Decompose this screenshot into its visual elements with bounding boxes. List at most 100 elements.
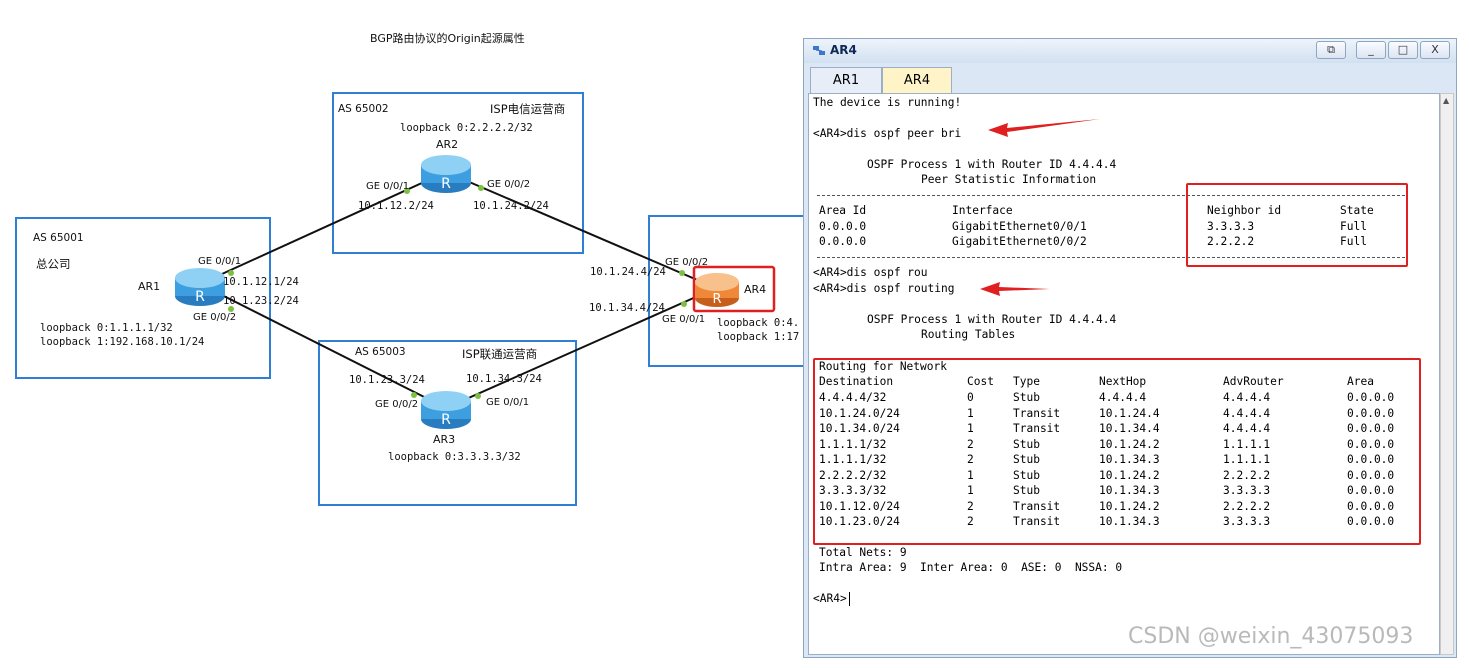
app-icon: [813, 46, 825, 55]
as-label-65002: AS 65002: [338, 103, 389, 115]
route-cell: 1.1.1.1/32: [819, 437, 887, 451]
route-cell: 10.1.24.4: [1099, 406, 1160, 420]
route-cell: 0.0.0.0: [1347, 515, 1395, 528]
window-titlebar[interactable]: AR4 ⧉ _ □ X: [804, 39, 1456, 63]
route-cell: Transit: [1013, 422, 1061, 435]
route-header: NextHop: [1099, 375, 1147, 388]
ar4-ip-1: 10.1.24.4/24: [590, 266, 666, 278]
route-cell: 4.4.4.4: [1099, 391, 1147, 404]
port-dot: [478, 185, 484, 191]
route-header: Destination: [819, 375, 894, 388]
route-cell: 1.1.1.1: [1223, 437, 1271, 451]
as-label-65003: AS 65003: [355, 346, 406, 358]
ar1-ip-2: 10.1.23.2/24: [223, 295, 299, 307]
port-dot: [475, 393, 481, 399]
route-cell: 1.1.1.1/32: [819, 453, 887, 466]
ar1-loopback-1: loopback 1:192.168.10.1/24: [40, 336, 205, 348]
vertical-scrollbar[interactable]: ▲: [1440, 93, 1454, 655]
arrow-icon: [988, 119, 1100, 137]
ar3-ge002: GE 0/0/2: [375, 399, 419, 410]
svg-text:R: R: [441, 412, 451, 428]
route-header: AdvRouter: [1223, 375, 1284, 388]
terminal-line: The device is running!: [813, 96, 962, 109]
as-name-65003: ISP联通运营商: [462, 347, 538, 361]
port-dot: [681, 301, 687, 307]
ar3-ip-2: 10.1.34.3/24: [466, 373, 542, 385]
router-ar3-label: AR3: [433, 433, 456, 446]
terminal-line: Routing for Network: [819, 360, 947, 373]
svg-text:R: R: [195, 289, 205, 305]
ar4-loopback-1: loopback 1:17: [717, 331, 800, 343]
svg-text:R: R: [441, 176, 451, 192]
route-cell: 10.1.12.0/24: [819, 499, 900, 513]
close-button[interactable]: X: [1420, 41, 1450, 59]
route-cell: 1: [967, 422, 974, 435]
router-ar2-icon: R: [421, 155, 471, 193]
watermark: CSDN @weixin_43075093: [1128, 624, 1414, 649]
route-header: Cost: [967, 375, 994, 388]
tab-ar4[interactable]: AR4: [882, 67, 952, 93]
route-cell: 1.1.1.1: [1223, 453, 1271, 466]
route-cell: Stub: [1013, 391, 1040, 404]
terminal-line: Total Nets: 9: [819, 546, 907, 559]
route-cell: 2: [967, 453, 974, 466]
ar4-ip-2: 10.1.34.4/24: [589, 302, 665, 314]
route-cell: 10.1.34.3: [1099, 515, 1160, 528]
route-cell: 2.2.2.2: [1223, 499, 1271, 513]
route-cell: Transit: [1013, 406, 1061, 420]
tab-bar: AR1 AR4: [806, 65, 1454, 93]
route-cell: 2: [967, 499, 974, 513]
route-cell: 10.1.34.0/24: [819, 422, 900, 435]
route-cell: 0.0.0.0: [1347, 484, 1395, 497]
terminal-line: Routing Tables: [921, 328, 1016, 341]
route-cell: 0.0.0.0: [1347, 406, 1395, 420]
route-cell: 0: [967, 391, 974, 404]
route-cell: 0.0.0.0: [1347, 468, 1395, 482]
ar4-ge002: GE 0/0/2: [665, 257, 709, 268]
ar2-ip-2: 10.1.24.2/24: [473, 200, 549, 212]
restore-button[interactable]: ⧉: [1316, 41, 1346, 59]
ar2-ge002: GE 0/0/2: [487, 179, 531, 190]
ar1-ip-1: 10.1.12.1/24: [223, 276, 299, 288]
route-cell: Stub: [1013, 453, 1040, 466]
terminal-output[interactable]: The device is running! <AR4>dis ospf pee…: [808, 93, 1440, 655]
ar2-ge001: GE 0/0/1: [366, 181, 410, 192]
route-header: Area: [1347, 375, 1374, 388]
router-ar4-icon: R: [695, 273, 739, 307]
svg-text:R: R: [712, 292, 721, 307]
terminal-prompt: <AR4>: [813, 592, 847, 605]
router-ar2-label: AR2: [436, 138, 459, 151]
ar3-ip-1: 10.1.23.3/24: [349, 374, 425, 386]
route-cell: 4.4.4.4: [1223, 406, 1271, 420]
route-cell: Transit: [1013, 515, 1061, 528]
route-cell: 0.0.0.0: [1347, 422, 1395, 435]
ar4-loopback-0: loopback 0:4.: [717, 317, 800, 329]
router-ar4-label: AR4: [744, 283, 767, 296]
link-ar1-ar2: [199, 171, 447, 285]
route-cell: 10.1.24.2: [1099, 437, 1160, 451]
ar3-loopback-0: loopback 0:3.3.3.3/32: [388, 451, 521, 463]
route-cell: 2.2.2.2: [1223, 468, 1271, 482]
tab-ar1[interactable]: AR1: [810, 67, 882, 93]
ar4-ge001: GE 0/0/1: [662, 314, 706, 325]
neighbor-highlight-box: [1186, 183, 1408, 267]
route-cell: 1: [967, 406, 974, 420]
terminal-window: AR4 ⧉ _ □ X AR1 AR4 The device is runnin…: [803, 38, 1457, 658]
route-cell: 1: [967, 468, 974, 482]
route-cell: 4.4.4.4: [1223, 391, 1271, 404]
route-cell: 10.1.24.2: [1099, 499, 1160, 513]
route-cell: 2.2.2.2/32: [819, 468, 887, 482]
route-cell: 10.1.24.0/24: [819, 406, 900, 420]
as-name-65001: 总公司: [36, 257, 71, 271]
maximize-button[interactable]: □: [1388, 41, 1418, 59]
text-cursor: [849, 592, 850, 606]
route-cell: 2: [967, 515, 974, 528]
port-dot: [679, 270, 685, 276]
window-title: AR4: [830, 43, 857, 57]
route-cell: 10.1.34.3: [1099, 453, 1160, 466]
route-cell: 1: [967, 484, 974, 497]
route-cell: 10.1.24.2: [1099, 468, 1160, 482]
minimize-button[interactable]: _: [1356, 41, 1386, 59]
scroll-up-arrow-icon[interactable]: ▲: [1443, 96, 1451, 106]
annotation-arrows: [980, 119, 1100, 296]
